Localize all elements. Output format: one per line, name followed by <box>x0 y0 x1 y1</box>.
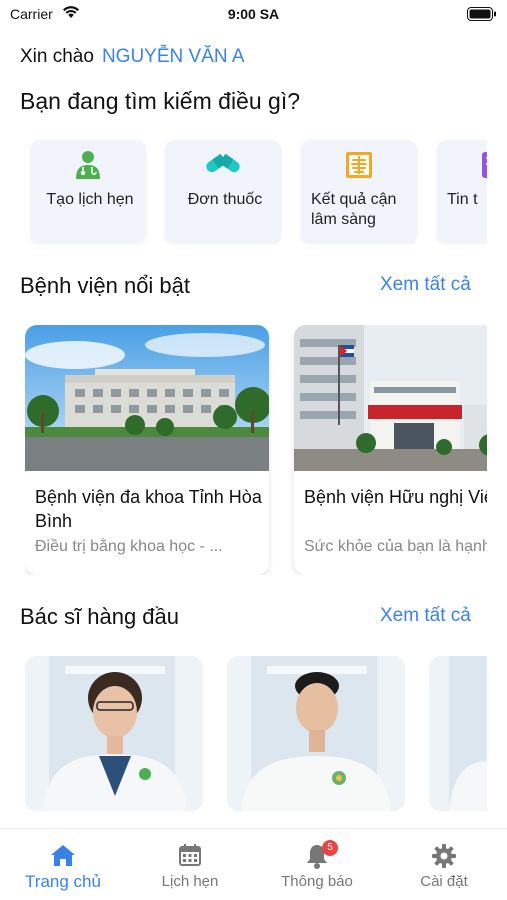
pill-icon <box>165 150 281 180</box>
calendar-icon <box>127 843 253 869</box>
notification-badge: 5 <box>322 840 338 856</box>
hospitals-see-all-wrap: Xem tất cả <box>380 274 487 302</box>
service-card-lab-results[interactable]: Kết quả cận lâm sàng <box>301 140 417 244</box>
tab-home[interactable]: Trang chủ <box>0 829 126 900</box>
hospital-card[interactable]: Bệnh viện Hữu nghị Việt Nam - Cuba Đồng … <box>294 325 487 575</box>
doctors-section-title: Bác sĩ hàng đầu <box>20 604 180 629</box>
bell-icon <box>254 843 380 869</box>
greeting: Xin chào NGUYỄN VĂN A <box>20 46 245 68</box>
service-card-appointment[interactable]: Tạo lịch hẹn <box>30 140 146 244</box>
tab-bar: Trang chủ Lịch hẹn 5 Thông báo Cài đặt <box>0 828 507 900</box>
doctors-carousel[interactable] <box>25 656 487 811</box>
status-time: 9:00 SA <box>227 6 280 22</box>
status-bar: Carrier 9:00 SA <box>0 0 507 30</box>
service-card-news[interactable]: Tin t <box>437 140 487 244</box>
hospitals-see-all-link[interactable]: Xem tất cả <box>380 274 487 296</box>
service-label: Kết quả cận lâm sàng <box>311 191 397 228</box>
tab-settings[interactable]: Cài đặt <box>381 829 507 900</box>
hospitals-section-title: Bệnh viện nổi bật <box>20 273 191 298</box>
hospital-name: Bệnh viện Hữu nghị Việt Nam - Cuba Đồng … <box>304 487 487 507</box>
doctor-photo <box>429 656 487 811</box>
tab-label: Cài đặt <box>420 873 468 890</box>
doctor-card[interactable] <box>25 656 203 811</box>
doctor-card[interactable] <box>429 656 487 811</box>
service-label: Tin t <box>447 191 478 208</box>
doctor-icon <box>30 150 146 180</box>
doctors-see-all-link[interactable]: Xem tất cả <box>380 605 487 627</box>
doctor-card[interactable] <box>227 656 405 811</box>
tab-label: Lịch hẹn <box>161 873 219 890</box>
news-icon <box>437 150 487 180</box>
hospital-name: Bệnh viện đa khoa Tỉnh Hòa Bình <box>35 487 262 531</box>
hospital-description: Điều trị bằng khoa học - ... <box>35 538 223 555</box>
greeting-text: Xin chào <box>20 46 94 67</box>
hospital-description: Sức khỏe của bạn là hạnh phúc <box>304 538 487 555</box>
gear-icon <box>381 843 507 869</box>
user-name: NGUYỄN VĂN A <box>101 46 245 67</box>
services-row: Tạo lịch hẹn Đơn thuốc Kết quả cận lâm s… <box>30 140 487 244</box>
tab-label: Trang chủ <box>25 872 101 891</box>
hospitals-carousel[interactable]: Bệnh viện đa khoa Tỉnh Hòa Bình Điều trị… <box>25 325 487 575</box>
doctors-see-all-wrap: Xem tất cả <box>380 605 487 633</box>
service-label: Tạo lịch hẹn <box>46 191 134 208</box>
page-title: Bạn đang tìm kiếm điều gì? <box>20 88 300 114</box>
battery-icon <box>467 7 496 21</box>
service-label: Đơn thuốc <box>187 191 263 208</box>
hospital-card[interactable]: Bệnh viện đa khoa Tỉnh Hòa Bình Điều trị… <box>25 325 269 575</box>
home-icon <box>0 843 126 869</box>
doctor-photo <box>227 656 405 811</box>
tab-label: Thông báo <box>281 873 353 890</box>
hospital-image <box>294 325 487 471</box>
doctor-photo <box>25 656 203 811</box>
hospital-image <box>25 325 269 471</box>
tab-notifications[interactable]: 5 Thông báo <box>254 829 380 900</box>
xray-icon <box>301 150 417 180</box>
tab-appointments[interactable]: Lịch hẹn <box>127 829 253 900</box>
service-card-prescription[interactable]: Đơn thuốc <box>165 140 281 244</box>
